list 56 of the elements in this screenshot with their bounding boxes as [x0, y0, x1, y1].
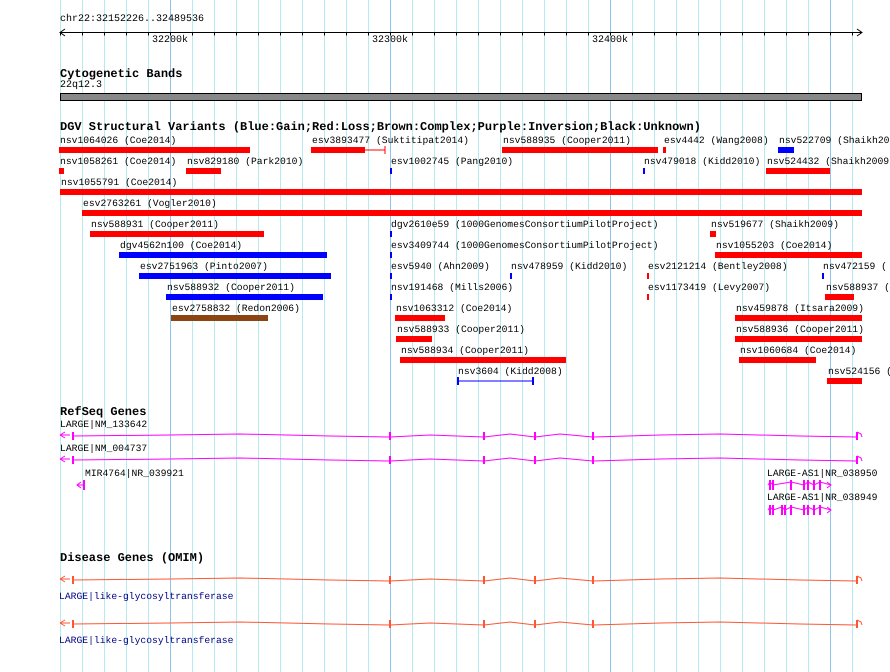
variant-label: nsv479018 (Kidd2010) — [644, 156, 760, 168]
gene-label: LARGE|like-glycosyltransferase — [59, 635, 234, 647]
variant-label: nsv1055203 (Coe2014) — [716, 240, 832, 252]
variant-label: esv2121214 (Bentley2008) — [648, 261, 788, 273]
track-title: DGV Structural Variants (Blue:Gain;Red:Loss;Brown:Complex;Purple:Inversion;Black:Unknown) — [59, 121, 702, 133]
gene-label: LARGE-AS1|NR_038949 — [767, 492, 878, 504]
variant-label: esv5940 (Ahn2009) — [391, 261, 490, 273]
tick-label: 32400k — [592, 35, 628, 47]
variant-label: esv3409744 (1000GenomesConsortiumPilotProject) — [391, 240, 658, 252]
variant-label: nsv588933 (Cooper2011) — [397, 324, 525, 336]
gene-label: LARGE|NM_133642 — [60, 419, 148, 431]
variant-label: esv2751963 (Pinto2007) — [140, 261, 268, 273]
variant-label: esv2763261 (Vogler2010) — [83, 198, 217, 210]
variant-label: nsv588934 (Cooper2011) — [401, 345, 529, 357]
gene-model-drawing — [768, 480, 832, 490]
variant-label: nsv1055791 (Coe2014) — [61, 177, 178, 189]
variant-label: nsv1064026 (Coe2014) — [60, 135, 176, 147]
band-label: 22q12.3 — [59, 80, 104, 92]
variant-label: nsv519677 (Shaikh2009) — [711, 219, 839, 231]
variant-label: nsv3604 (Kidd2008) — [458, 366, 563, 378]
gene-label: LARGE-AS1|NR_038950 — [767, 468, 878, 480]
variant-label: nsv588937 ( — [826, 282, 890, 294]
location-label: chr22:32152226..32489536 — [60, 14, 204, 26]
track-title: RefSeq Genes — [59, 406, 148, 418]
variant-label: nsv829180 (Park2010) — [187, 156, 304, 168]
variant-label: nsv522709 (Shaikh20 — [779, 135, 890, 147]
variant-label: nsv472159 ( — [823, 261, 887, 273]
variant-label: nsv588931 (Cooper2011) — [91, 219, 219, 231]
variant-label: nsv459878 (Itsara2009) — [736, 303, 864, 315]
gene-model-drawing — [768, 505, 832, 515]
variant-label: nsv588932 (Cooper2011) — [167, 282, 295, 294]
variant-label: dgv2610e59 (1000GenomesConsortiumPilotProject) — [391, 219, 658, 231]
extension-line — [364, 146, 386, 154]
variant-label: esv2758832 (Redon2006) — [172, 303, 300, 315]
variant-label: nsv588935 (Cooper2011) — [503, 135, 631, 147]
track-title: Cytogenetic Bands — [59, 68, 184, 80]
variant-label: esv1173419 (Levy2007) — [648, 282, 770, 294]
variant-label: nsv588936 (Cooper2011) — [736, 324, 864, 336]
variant-label: nsv191468 (Mills2006) — [391, 282, 514, 294]
variant-label: nsv478959 (Kidd2010) — [511, 261, 628, 273]
variant-label: esv4442 (Wang2008) — [664, 135, 769, 147]
track-title: Disease Genes (OMIM) — [59, 552, 206, 564]
variant-label: dgv4562n100 (Coe2014) — [120, 240, 242, 252]
gene-model-drawing — [76, 480, 86, 490]
variant-label: nsv524432 (Shaikh2009 — [767, 156, 890, 168]
variant-label: esv1002745 (Pang2010) — [391, 156, 514, 168]
tick-label: 32300k — [372, 35, 408, 47]
gene-label: LARGE|like-glycosyltransferase — [59, 591, 234, 603]
variant-label: nsv524156 ( — [828, 366, 890, 378]
variant-label: nsv1063312 (Coe2014) — [396, 303, 512, 315]
tick-label: 32200k — [152, 35, 188, 47]
variant-label: esv3893477 (Suktitipat2014) — [312, 135, 469, 147]
gene-label: MIR4764|NR_039921 — [85, 468, 184, 480]
gene-label: LARGE|NM_004737 — [60, 443, 148, 455]
variant-label: nsv1060684 (Coe2014) — [740, 345, 856, 357]
variant-label: nsv1058261 (Coe2014) — [60, 156, 176, 168]
